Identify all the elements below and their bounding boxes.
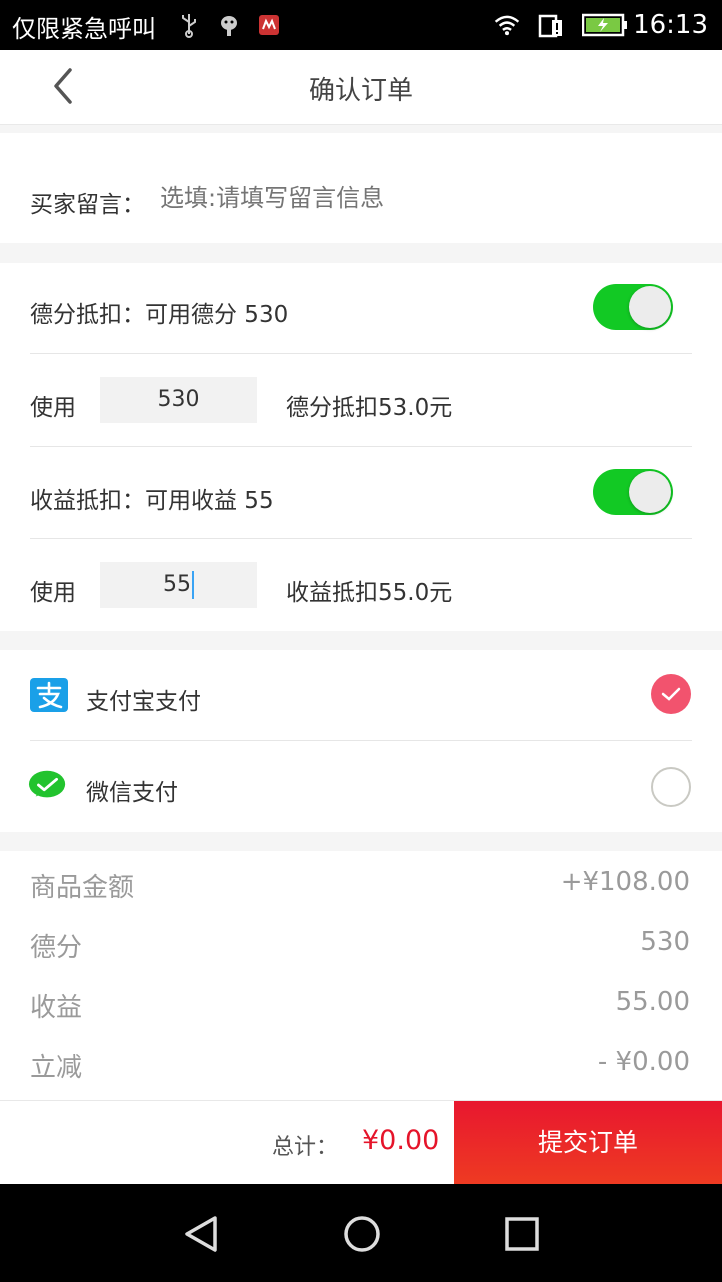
income-toggle[interactable]	[593, 469, 673, 515]
payment-option-wechat[interactable]: 微信支付	[0, 741, 722, 831]
defen-amount-input[interactable]: 530	[100, 377, 257, 423]
deduction-section: 德分抵扣：可用德分 530 使用 530 德分抵扣53.0元 收益抵扣：可用收益…	[0, 263, 722, 631]
nav-back-button[interactable]	[181, 1214, 221, 1254]
checkout-bar: 总计： ¥0.00 提交订单	[0, 1100, 722, 1185]
page-title: 确认订单	[308, 76, 413, 106]
usb-icon	[176, 12, 202, 38]
toggle-knob	[629, 286, 671, 328]
defen-deduct-label: 德分抵扣：可用德分 530	[30, 302, 289, 328]
summary-value-discount: - ¥0.00	[597, 1047, 690, 1077]
nav-recents-button[interactable]	[502, 1214, 542, 1254]
check-icon	[661, 687, 681, 701]
income-deduct-amount: 收益抵扣55.0元	[286, 580, 453, 606]
income-amount-value: 55	[163, 572, 191, 597]
status-icons-right	[494, 12, 628, 38]
triangle-back-icon	[185, 1216, 217, 1252]
summary-label-discount: 立减	[30, 1053, 83, 1083]
buyer-message-input[interactable]	[158, 177, 662, 219]
divider	[30, 538, 692, 539]
payment-section: 支付宝支付 微信支付	[0, 650, 722, 832]
payment-option-label: 微信支付	[86, 780, 178, 806]
wechat-icon	[28, 770, 66, 798]
summary-value-income: 55.00	[615, 987, 690, 1017]
sim-alert-icon	[538, 12, 564, 38]
circle-home-icon	[344, 1216, 380, 1252]
price-summary-section: 商品金额 +¥108.00 德分 530 收益 55.00 立减 - ¥0.00	[0, 851, 722, 1100]
submit-order-button[interactable]: 提交订单	[454, 1101, 722, 1185]
android-debug-icon	[216, 12, 242, 38]
wifi-icon	[494, 12, 520, 38]
defen-toggle[interactable]	[593, 284, 673, 330]
summary-label-defen: 德分	[30, 933, 83, 963]
divider	[30, 446, 692, 447]
square-recents-icon	[505, 1217, 539, 1251]
summary-label-income: 收益	[30, 993, 83, 1023]
carrier-text: 仅限紧急呼叫	[12, 15, 156, 43]
notification-icon	[256, 12, 282, 38]
income-use-label: 使用	[30, 580, 76, 606]
alipay-radio-checked[interactable]	[651, 674, 691, 714]
nav-home-button[interactable]	[342, 1214, 382, 1254]
buyer-message-section: 买家留言：	[0, 133, 722, 243]
payment-option-alipay[interactable]: 支付宝支付	[0, 650, 722, 740]
summary-label-goods: 商品金额	[30, 873, 135, 903]
battery-charging-icon	[582, 12, 628, 38]
clock-text: 16:13	[633, 10, 708, 40]
summary-value-goods: +¥108.00	[560, 867, 690, 897]
alipay-icon	[30, 678, 68, 712]
defen-use-label: 使用	[30, 395, 76, 421]
toggle-knob	[629, 471, 671, 513]
income-deduct-label: 收益抵扣：可用收益 55	[30, 488, 274, 514]
header-bar: 确认订单	[0, 50, 722, 125]
wechat-radio-unchecked[interactable]	[651, 767, 691, 807]
system-navigation-bar	[0, 1184, 722, 1282]
total-amount: ¥0.00	[362, 1125, 440, 1156]
defen-deduct-amount: 德分抵扣53.0元	[286, 395, 453, 421]
total-label: 总计：	[272, 1135, 339, 1160]
text-cursor	[192, 571, 194, 599]
divider	[30, 353, 692, 354]
status-icons-left	[176, 12, 282, 38]
status-bar: 仅限紧急呼叫 16:13	[0, 0, 722, 50]
income-amount-input[interactable]: 55	[100, 562, 257, 608]
summary-value-defen: 530	[640, 927, 690, 957]
payment-option-label: 支付宝支付	[86, 689, 201, 715]
buyer-message-label: 买家留言：	[30, 192, 145, 218]
